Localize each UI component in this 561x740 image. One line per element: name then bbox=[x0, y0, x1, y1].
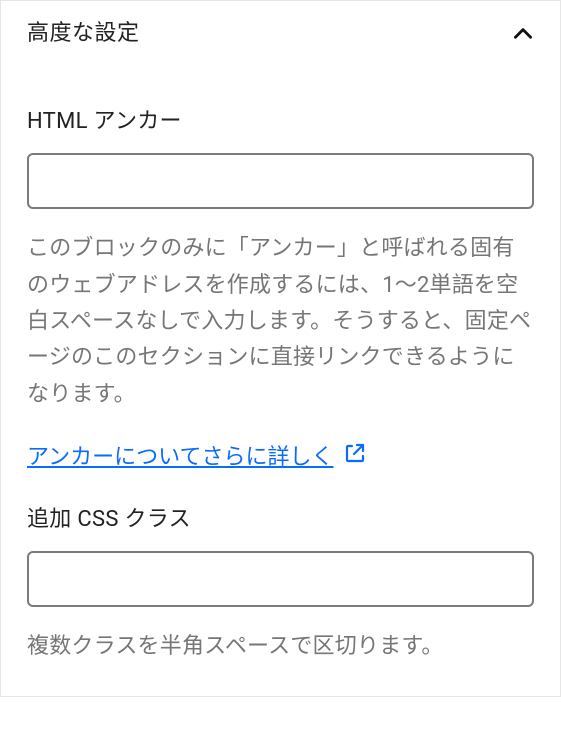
chevron-up-icon bbox=[510, 21, 536, 47]
anchor-learn-more-label: アンカーについてさらに詳しく bbox=[27, 439, 333, 471]
panel-body: HTML アンカー このブロックのみに「アンカー」と呼ばれる固有のウェブアドレス… bbox=[1, 67, 560, 696]
css-class-label: 追加 CSS クラス bbox=[27, 501, 534, 533]
css-class-help: 複数クラスを半角スペースで区切ります。 bbox=[27, 629, 534, 664]
anchor-learn-more-row: アンカーについてさらに詳しく bbox=[27, 439, 534, 471]
html-anchor-help: このブロックのみに「アンカー」と呼ばれる固有のウェブアドレスを作成するには、1〜… bbox=[27, 231, 534, 412]
html-anchor-input[interactable] bbox=[27, 153, 534, 209]
panel-title: 高度な設定 bbox=[27, 21, 140, 47]
css-class-input[interactable] bbox=[27, 551, 534, 607]
advanced-settings-panel: 高度な設定 HTML アンカー このブロックのみに「アンカー」と呼ばれる固有のウ… bbox=[0, 0, 561, 697]
html-anchor-label: HTML アンカー bbox=[27, 103, 534, 135]
panel-header[interactable]: 高度な設定 bbox=[1, 1, 560, 67]
anchor-learn-more-link[interactable]: アンカーについてさらに詳しく bbox=[27, 439, 367, 471]
external-link-icon bbox=[343, 441, 367, 471]
